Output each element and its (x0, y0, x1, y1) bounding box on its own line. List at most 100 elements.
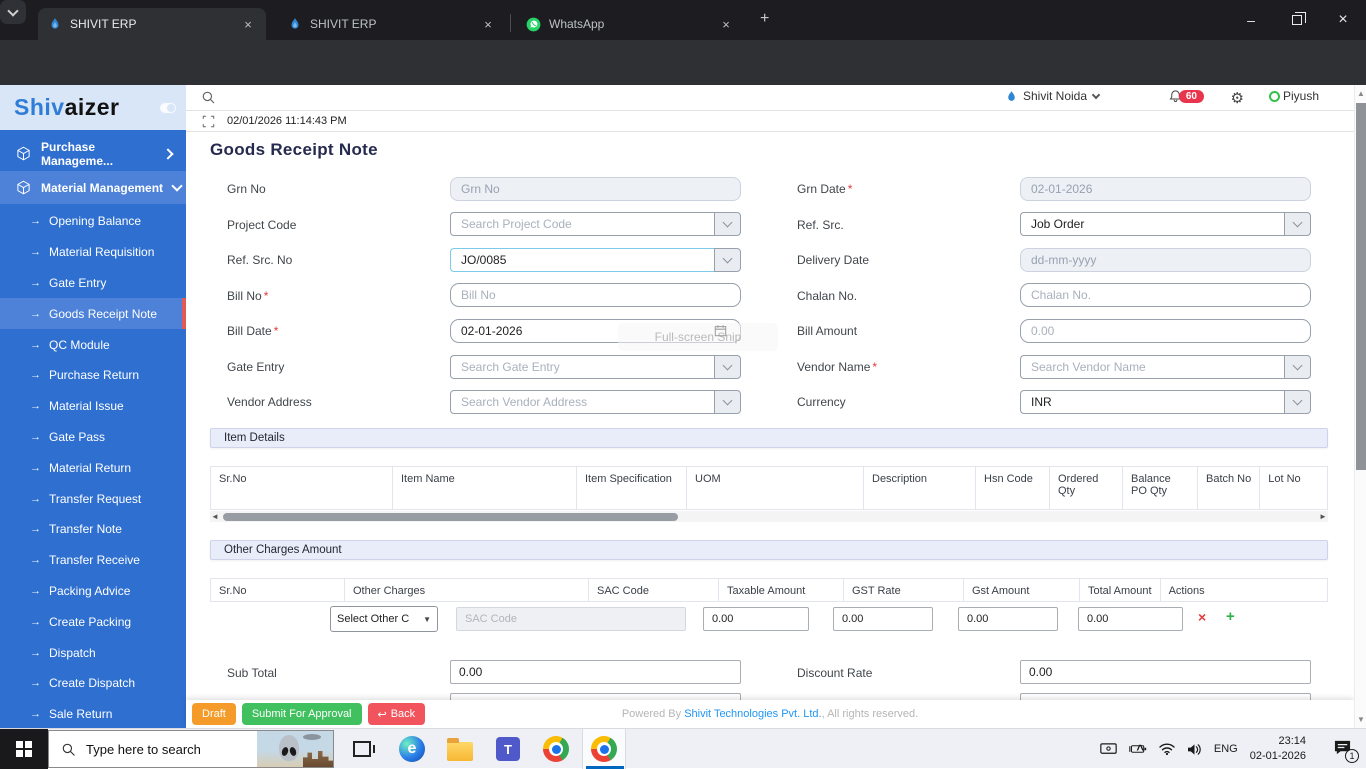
wifi-icon[interactable] (1159, 743, 1175, 755)
gst-amount-input[interactable] (958, 607, 1058, 631)
search-icon[interactable] (201, 90, 216, 105)
sidebar-item[interactable]: → Transfer Note (0, 514, 186, 545)
project-code-dropdown-button[interactable] (714, 212, 741, 236)
sidebar-item[interactable]: → Dispatch (0, 637, 186, 668)
chrome-icon (591, 736, 617, 762)
project-code-input[interactable] (450, 212, 714, 236)
ref-src-dropdown-button[interactable] (1284, 212, 1311, 236)
browser-tab[interactable]: SHIVIT ERP × (278, 8, 506, 40)
search-highlight-image[interactable] (257, 731, 333, 767)
currency-input[interactable] (1020, 390, 1284, 414)
vendor-address-input[interactable] (450, 390, 714, 414)
org-selector[interactable]: Shivit Noida (1005, 89, 1101, 103)
sidebar-toggle-icon[interactable] (160, 103, 176, 113)
chrome-button[interactable] (534, 729, 578, 769)
sidebar-item[interactable]: → Opening Balance (0, 206, 186, 237)
sidebar-item[interactable]: → Material Issue (0, 391, 186, 422)
sidebar-item-purchase-management[interactable]: Purchase Manageme... (0, 137, 186, 170)
sidebar-item[interactable]: → Transfer Receive (0, 545, 186, 576)
scroll-up-icon[interactable]: ▲ (1355, 89, 1366, 98)
remove-row-icon[interactable]: × (1198, 609, 1206, 625)
submit-for-approval-button[interactable]: Submit For Approval (241, 703, 362, 725)
total-amount-input[interactable] (1078, 607, 1183, 631)
calendar-icon[interactable] (714, 324, 727, 337)
sidebar-item[interactable]: → Purchase Return (0, 360, 186, 391)
browser-tab-active[interactable]: SHIVIT ERP × (38, 8, 266, 40)
horizontal-scrollbar-thumb[interactable] (223, 512, 678, 521)
add-row-icon[interactable]: + (1226, 608, 1235, 625)
sidebar-item[interactable]: → Gate Pass (0, 422, 186, 453)
vendor-address-combo (450, 390, 741, 414)
taskbar-search-box[interactable]: Type here to search (48, 730, 334, 768)
column-header: Balance PO Qty (1123, 467, 1198, 509)
start-button[interactable] (0, 729, 48, 769)
edge-button[interactable]: e (390, 729, 434, 769)
sidebar-item[interactable]: → Material Return (0, 452, 186, 483)
scrollbar-thumb[interactable] (1356, 103, 1366, 470)
bill-amount-input[interactable] (1020, 319, 1311, 343)
sidebar-item-label: Sale Return (49, 707, 113, 722)
taxable-amount-input[interactable] (703, 607, 809, 631)
sidebar-item[interactable]: → Transfer Request (0, 483, 186, 514)
other-charges-select[interactable]: Select Other C ▼ (330, 606, 438, 632)
tab-close-icon[interactable]: × (240, 16, 256, 32)
window-restore-button[interactable] (1274, 0, 1320, 40)
gate-entry-input[interactable] (450, 355, 714, 379)
project-code-combo (450, 212, 741, 236)
tab-close-icon[interactable]: × (718, 16, 734, 32)
task-view-button[interactable] (340, 729, 384, 769)
chrome-button-active[interactable] (582, 729, 626, 769)
notification-center-button[interactable]: 1 (1333, 729, 1359, 769)
scroll-right-icon[interactable]: ► (1318, 512, 1328, 521)
ref-src-input[interactable] (1020, 212, 1284, 236)
vendor-name-dropdown-button[interactable] (1284, 355, 1311, 379)
discount-rate-input[interactable] (1020, 660, 1311, 684)
sidebar-item[interactable]: → Sale Return (0, 699, 186, 730)
page-scrollbar[interactable]: ▲ ▼ (1354, 85, 1366, 728)
grn-no-input (450, 177, 741, 201)
tab-close-icon[interactable]: × (480, 16, 496, 32)
language-label[interactable]: ENG (1214, 743, 1238, 755)
browser-tab[interactable]: WhatsApp × (516, 8, 744, 40)
ref-src-no-dropdown-button[interactable] (714, 248, 741, 272)
currency-dropdown-button[interactable] (1284, 390, 1311, 414)
sidebar-item-material-management[interactable]: Material Management (0, 171, 186, 204)
sidebar-item[interactable]: → QC Module (0, 329, 186, 360)
ref-src-no-input[interactable] (450, 248, 714, 272)
window-minimize-button[interactable]: – (1228, 0, 1274, 40)
draft-button[interactable]: Draft (192, 703, 236, 725)
fullscreen-icon[interactable] (202, 115, 215, 128)
window-close-button[interactable]: × (1320, 0, 1366, 40)
horizontal-scrollbar[interactable]: ◄ ► (210, 511, 1328, 522)
sub-total-input[interactable] (450, 660, 741, 684)
back-button[interactable]: ↩ Back (367, 703, 426, 725)
user-menu[interactable]: Piyush (1268, 89, 1319, 103)
clock[interactable]: 23:14 02-01-2026 (1250, 734, 1306, 764)
new-tab-button[interactable]: + (760, 10, 769, 28)
teams-button[interactable]: T (486, 729, 530, 769)
sidebar-item[interactable]: → Create Packing (0, 606, 186, 637)
scroll-left-icon[interactable]: ◄ (210, 512, 220, 521)
chalan-no-input[interactable] (1020, 283, 1311, 307)
sidebar-item[interactable]: → Create Dispatch (0, 668, 186, 699)
powered-by-link[interactable]: Shivit Technologies Pvt. Ltd. (684, 708, 821, 720)
vendor-name-input[interactable] (1020, 355, 1284, 379)
settings-gear-icon[interactable]: ⚙ (1231, 89, 1244, 107)
gst-rate-input[interactable] (833, 607, 933, 631)
sidebar-item[interactable]: → Material Requisition (0, 237, 186, 268)
gate-entry-dropdown-button[interactable] (714, 355, 741, 379)
scroll-down-icon[interactable]: ▼ (1355, 715, 1366, 724)
sidebar-item[interactable]: → Goods Receipt Note (0, 298, 186, 330)
cast-icon[interactable] (1100, 742, 1117, 756)
file-explorer-button[interactable] (438, 729, 482, 769)
sidebar-item[interactable]: → Packing Advice (0, 576, 186, 607)
bill-date-input[interactable] (450, 319, 741, 343)
tab-search-button[interactable] (0, 0, 26, 24)
bill-no-input[interactable] (450, 283, 741, 307)
volume-icon[interactable] (1187, 743, 1202, 756)
vendor-address-dropdown-button[interactable] (714, 390, 741, 414)
tab-separator (510, 14, 511, 32)
sidebar-item[interactable]: → Gate Entry (0, 268, 186, 299)
notification-bell[interactable]: 60 (1168, 89, 1204, 104)
battery-icon[interactable] (1129, 743, 1147, 755)
